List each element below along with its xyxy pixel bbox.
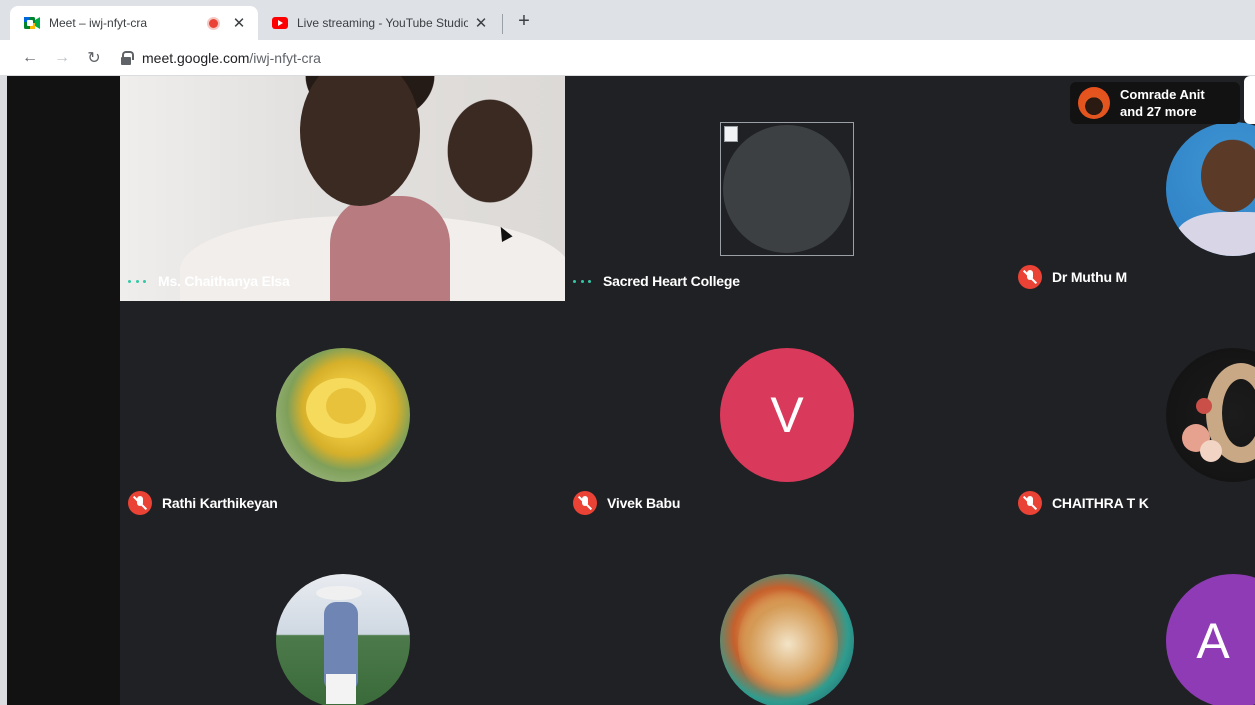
back-arrow-icon[interactable]: ← (20, 48, 40, 68)
participant-avatar-photo (720, 574, 854, 705)
participant-name: Rathi Karthikeyan (162, 495, 278, 511)
avatar-letter: V (770, 387, 804, 443)
participant-tile[interactable]: Ms. Chaithanya Elsa (120, 76, 565, 301)
overflow-text: Comrade Anit and 27 more (1120, 86, 1205, 120)
participant-video (120, 76, 565, 301)
tab-title: Live streaming - YouTube Studio (297, 16, 468, 30)
recording-indicator-icon (209, 18, 218, 28)
meet-stage: Ms. Chaithanya Elsa Sacred Heart College… (0, 76, 1255, 705)
participant-name: Sacred Heart College (603, 273, 740, 289)
browser-window: Meet – iwj-nfyt-cra ✕ Live streaming - Y… (0, 0, 1255, 705)
participant-avatar-photo (276, 574, 410, 705)
overflow-name: Comrade Anit (1120, 87, 1205, 102)
participant-avatar-letter: A (1166, 574, 1255, 705)
participant-name: CHAITHRA T K (1052, 495, 1149, 511)
mic-off-icon (1018, 491, 1042, 515)
participant-avatar-photo (276, 348, 410, 482)
broken-image-icon (724, 126, 738, 142)
participant-label: Vivek Babu (573, 491, 680, 515)
new-tab-icon[interactable]: + (512, 9, 536, 33)
participants-overflow-chip[interactable]: Comrade Anit and 27 more (1070, 82, 1240, 124)
left-edge (0, 76, 7, 705)
participant-label: CHAITHRA T K (1018, 491, 1149, 515)
tab-title: Meet – iwj-nfyt-cra (49, 16, 148, 30)
speaking-indicator-icon (573, 279, 591, 283)
forward-arrow-icon[interactable]: → (52, 48, 72, 68)
participant-label: Sacred Heart College (573, 273, 740, 289)
left-margin (0, 76, 120, 705)
avatar-letter: A (1196, 613, 1230, 669)
participant-label: Dr Muthu M (1018, 265, 1127, 289)
lock-icon (120, 51, 134, 65)
participant-name: Vivek Babu (607, 495, 681, 511)
overflow-count: and 27 more (1120, 104, 1197, 119)
participant-name: Dr Muthu M (1052, 269, 1127, 285)
participant-name: Ms. Chaithanya Elsa (158, 273, 290, 289)
participant-label: Rathi Karthikeyan (128, 491, 278, 515)
participant-avatar-small (1078, 87, 1110, 119)
reload-icon[interactable]: ↻ (84, 48, 104, 68)
url-host: meet.google.com (142, 50, 250, 66)
tab-strip: Meet – iwj-nfyt-cra ✕ Live streaming - Y… (0, 0, 1255, 40)
mic-off-icon (573, 491, 597, 515)
google-meet-icon (24, 17, 40, 29)
tab-youtube-studio[interactable]: Live streaming - YouTube Studio ✕ (262, 6, 500, 40)
address-bar[interactable]: meet.google.com/iwj-nfyt-cra (120, 46, 1240, 70)
close-tab-icon[interactable]: ✕ (230, 14, 248, 32)
participant-avatar-letter: V (720, 348, 854, 482)
youtube-icon (272, 17, 288, 29)
participant-label: Ms. Chaithanya Elsa (128, 273, 290, 289)
side-panel-edge (1244, 76, 1255, 124)
mic-off-icon (1018, 265, 1042, 289)
url-path: /iwj-nfyt-cra (249, 50, 321, 66)
close-tab-icon[interactable]: ✕ (472, 14, 490, 32)
mic-off-icon (128, 491, 152, 515)
broken-image-avatar (720, 122, 854, 256)
speaking-indicator-icon (128, 279, 146, 283)
browser-toolbar: ← → ↻ meet.google.com/iwj-nfyt-cra (0, 40, 1255, 76)
tab-separator (502, 14, 503, 34)
tab-meet[interactable]: Meet – iwj-nfyt-cra ✕ (10, 6, 258, 40)
